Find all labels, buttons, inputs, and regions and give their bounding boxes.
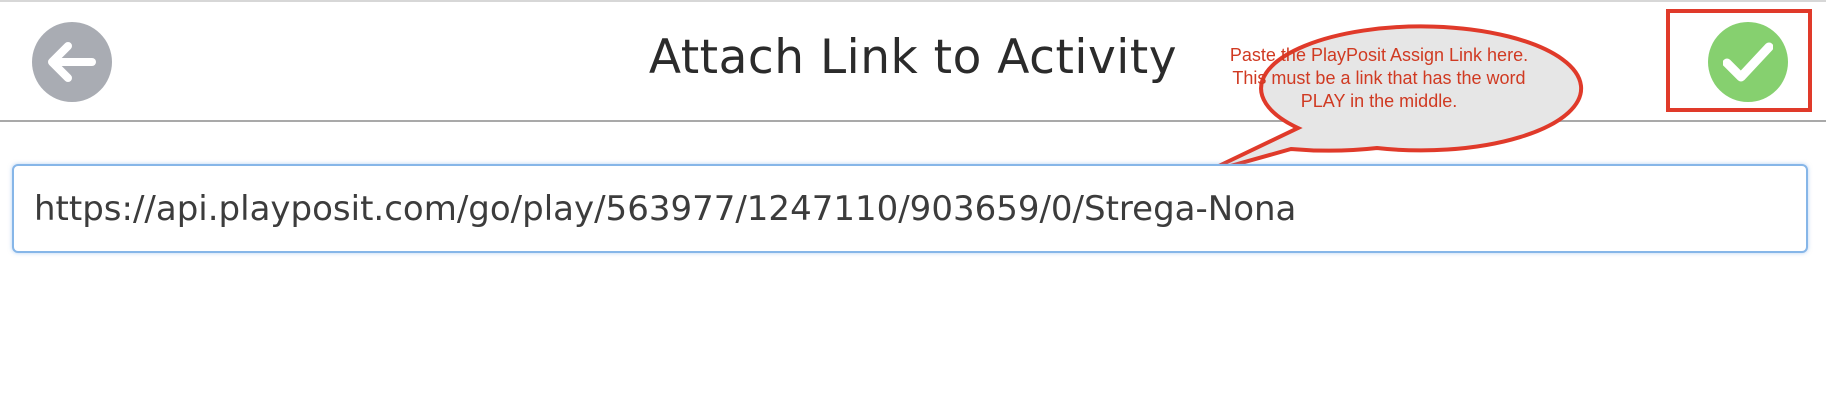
confirm-button[interactable] xyxy=(1708,22,1788,102)
callout-text: Paste the PlayPosit Assign Link here. Th… xyxy=(1229,45,1529,111)
attach-link-screen: Attach Link to Activity Paste the PlayPo… xyxy=(0,0,1826,408)
link-url-input[interactable] xyxy=(34,166,1784,251)
top-divider xyxy=(0,0,1826,2)
link-field-container xyxy=(12,164,1808,253)
checkmark-icon xyxy=(1723,42,1773,82)
